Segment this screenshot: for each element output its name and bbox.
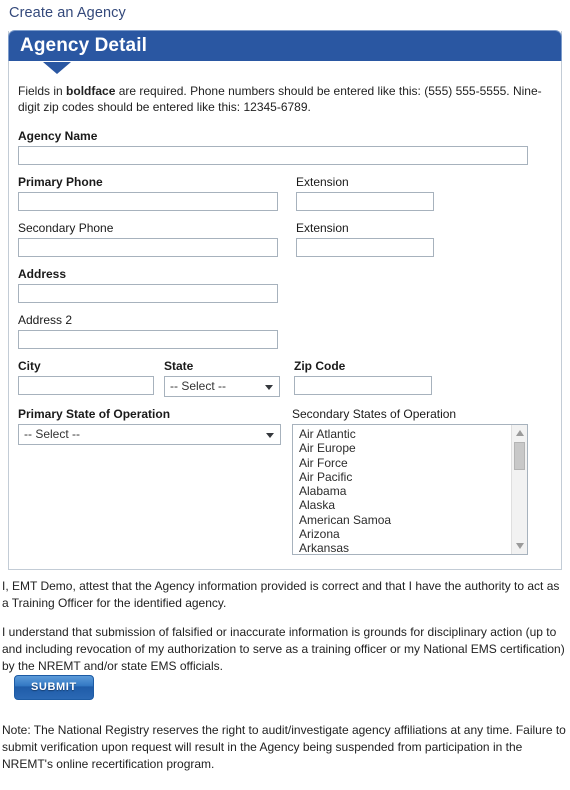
address-label: Address — [18, 267, 67, 281]
submit-button[interactable]: SUBMIT — [14, 675, 94, 700]
list-item[interactable]: Air Pacific — [293, 470, 527, 484]
secondary-phone-label: Secondary Phone — [18, 221, 114, 235]
state-select-value: -- Select -- — [170, 379, 227, 393]
panel-header: Agency Detail — [8, 30, 562, 61]
breadcrumb-create-agency-link[interactable]: Create an Agency — [9, 5, 570, 21]
zip-code-label: Zip Code — [294, 359, 346, 373]
zip-code-group: Zip Code — [294, 359, 494, 397]
chevron-down-icon — [266, 433, 274, 438]
primary-extension-input[interactable] — [296, 192, 434, 211]
state-label: State — [164, 359, 194, 373]
address2-label: Address 2 — [18, 313, 73, 327]
address2-input[interactable] — [18, 330, 278, 349]
primary-phone-row: Primary Phone Extension — [18, 175, 552, 211]
agency-name-label: Agency Name — [18, 129, 98, 143]
agency-detail-panel: Agency Detail Fields in boldface are req… — [8, 30, 562, 570]
list-item[interactable]: Air Force — [293, 456, 527, 470]
instructions-bold-word: boldface — [66, 84, 116, 98]
primary-phone-input[interactable] — [18, 192, 278, 211]
city-input[interactable] — [18, 376, 154, 395]
address-input[interactable] — [18, 284, 278, 303]
primary-state-of-operation-value: -- Select -- — [24, 427, 81, 441]
attestation-paragraph-1: I, EMT Demo, attest that the Agency info… — [2, 579, 560, 610]
city-label: City — [18, 359, 41, 373]
secondary-states-of-operation-label: Secondary States of Operation — [292, 407, 457, 421]
panel-body: Fields in boldface are required. Phone n… — [9, 61, 561, 569]
primary-state-of-operation-label: Primary State of Operation — [18, 407, 171, 421]
agency-name-input[interactable] — [18, 146, 528, 165]
city-group: City — [18, 359, 164, 397]
secondary-extension-input[interactable] — [296, 238, 434, 257]
zip-code-input[interactable] — [294, 376, 432, 395]
instructions-prefix: Fields in — [18, 84, 67, 98]
list-item[interactable]: Alaska — [293, 498, 527, 512]
address2-row: Address 2 — [18, 313, 552, 349]
header-pointer-triangle-icon — [43, 62, 71, 74]
secondary-states-of-operation-listbox[interactable]: Air Atlantic Air Europe Air Force Air Pa… — [292, 424, 528, 555]
secondary-phone-input[interactable] — [18, 238, 278, 257]
secondary-states-option-list: Air Atlantic Air Europe Air Force Air Pa… — [293, 425, 527, 554]
scroll-down-arrow-icon[interactable] — [516, 543, 524, 549]
address-row: Address — [18, 267, 552, 303]
state-group: State -- Select -- — [164, 359, 294, 397]
list-item[interactable]: Air Atlantic — [293, 427, 527, 441]
list-item[interactable]: Alabama — [293, 484, 527, 498]
listbox-scrollbar[interactable] — [511, 425, 527, 554]
scroll-up-arrow-icon[interactable] — [516, 430, 524, 436]
note-text: Note: The National Registry reserves the… — [2, 723, 566, 771]
page-title: Agency Detail — [20, 35, 147, 56]
list-item[interactable]: Arkansas — [293, 541, 527, 554]
attestation-paragraph-2: I understand that submission of falsifie… — [2, 625, 565, 673]
primary-state-of-operation-select[interactable]: -- Select -- — [18, 424, 281, 445]
primary-phone-group: Primary Phone — [18, 175, 296, 211]
city-state-zip-row: City State -- Select -- Zip Code — [18, 359, 552, 397]
primary-extension-group: Extension — [296, 175, 528, 211]
secondary-states-of-operation-group: Secondary States of Operation Air Atlant… — [292, 407, 528, 555]
agency-name-row: Agency Name — [18, 129, 552, 165]
secondary-extension-group: Extension — [296, 221, 528, 257]
scrollbar-thumb[interactable] — [514, 442, 525, 470]
submit-button-wrapper: SUBMIT — [14, 675, 94, 700]
primary-state-of-operation-group: Primary State of Operation -- Select -- — [18, 407, 292, 555]
list-item[interactable]: American Samoa — [293, 513, 527, 527]
instructions-text: Fields in boldface are required. Phone n… — [18, 83, 552, 115]
attestation-section: I, EMT Demo, attest that the Agency info… — [2, 578, 568, 687]
list-item[interactable]: Air Europe — [293, 441, 527, 455]
primary-extension-label: Extension — [296, 175, 349, 189]
states-of-operation-row: Primary State of Operation -- Select -- … — [18, 407, 552, 555]
chevron-down-icon — [265, 385, 273, 390]
note-section: Note: The National Registry reserves the… — [2, 722, 568, 785]
list-item[interactable]: Arizona — [293, 527, 527, 541]
state-select[interactable]: -- Select -- — [164, 376, 280, 397]
secondary-phone-row: Secondary Phone Extension — [18, 221, 552, 257]
primary-phone-label: Primary Phone — [18, 175, 103, 189]
secondary-extension-label: Extension — [296, 221, 349, 235]
secondary-phone-group: Secondary Phone — [18, 221, 296, 257]
